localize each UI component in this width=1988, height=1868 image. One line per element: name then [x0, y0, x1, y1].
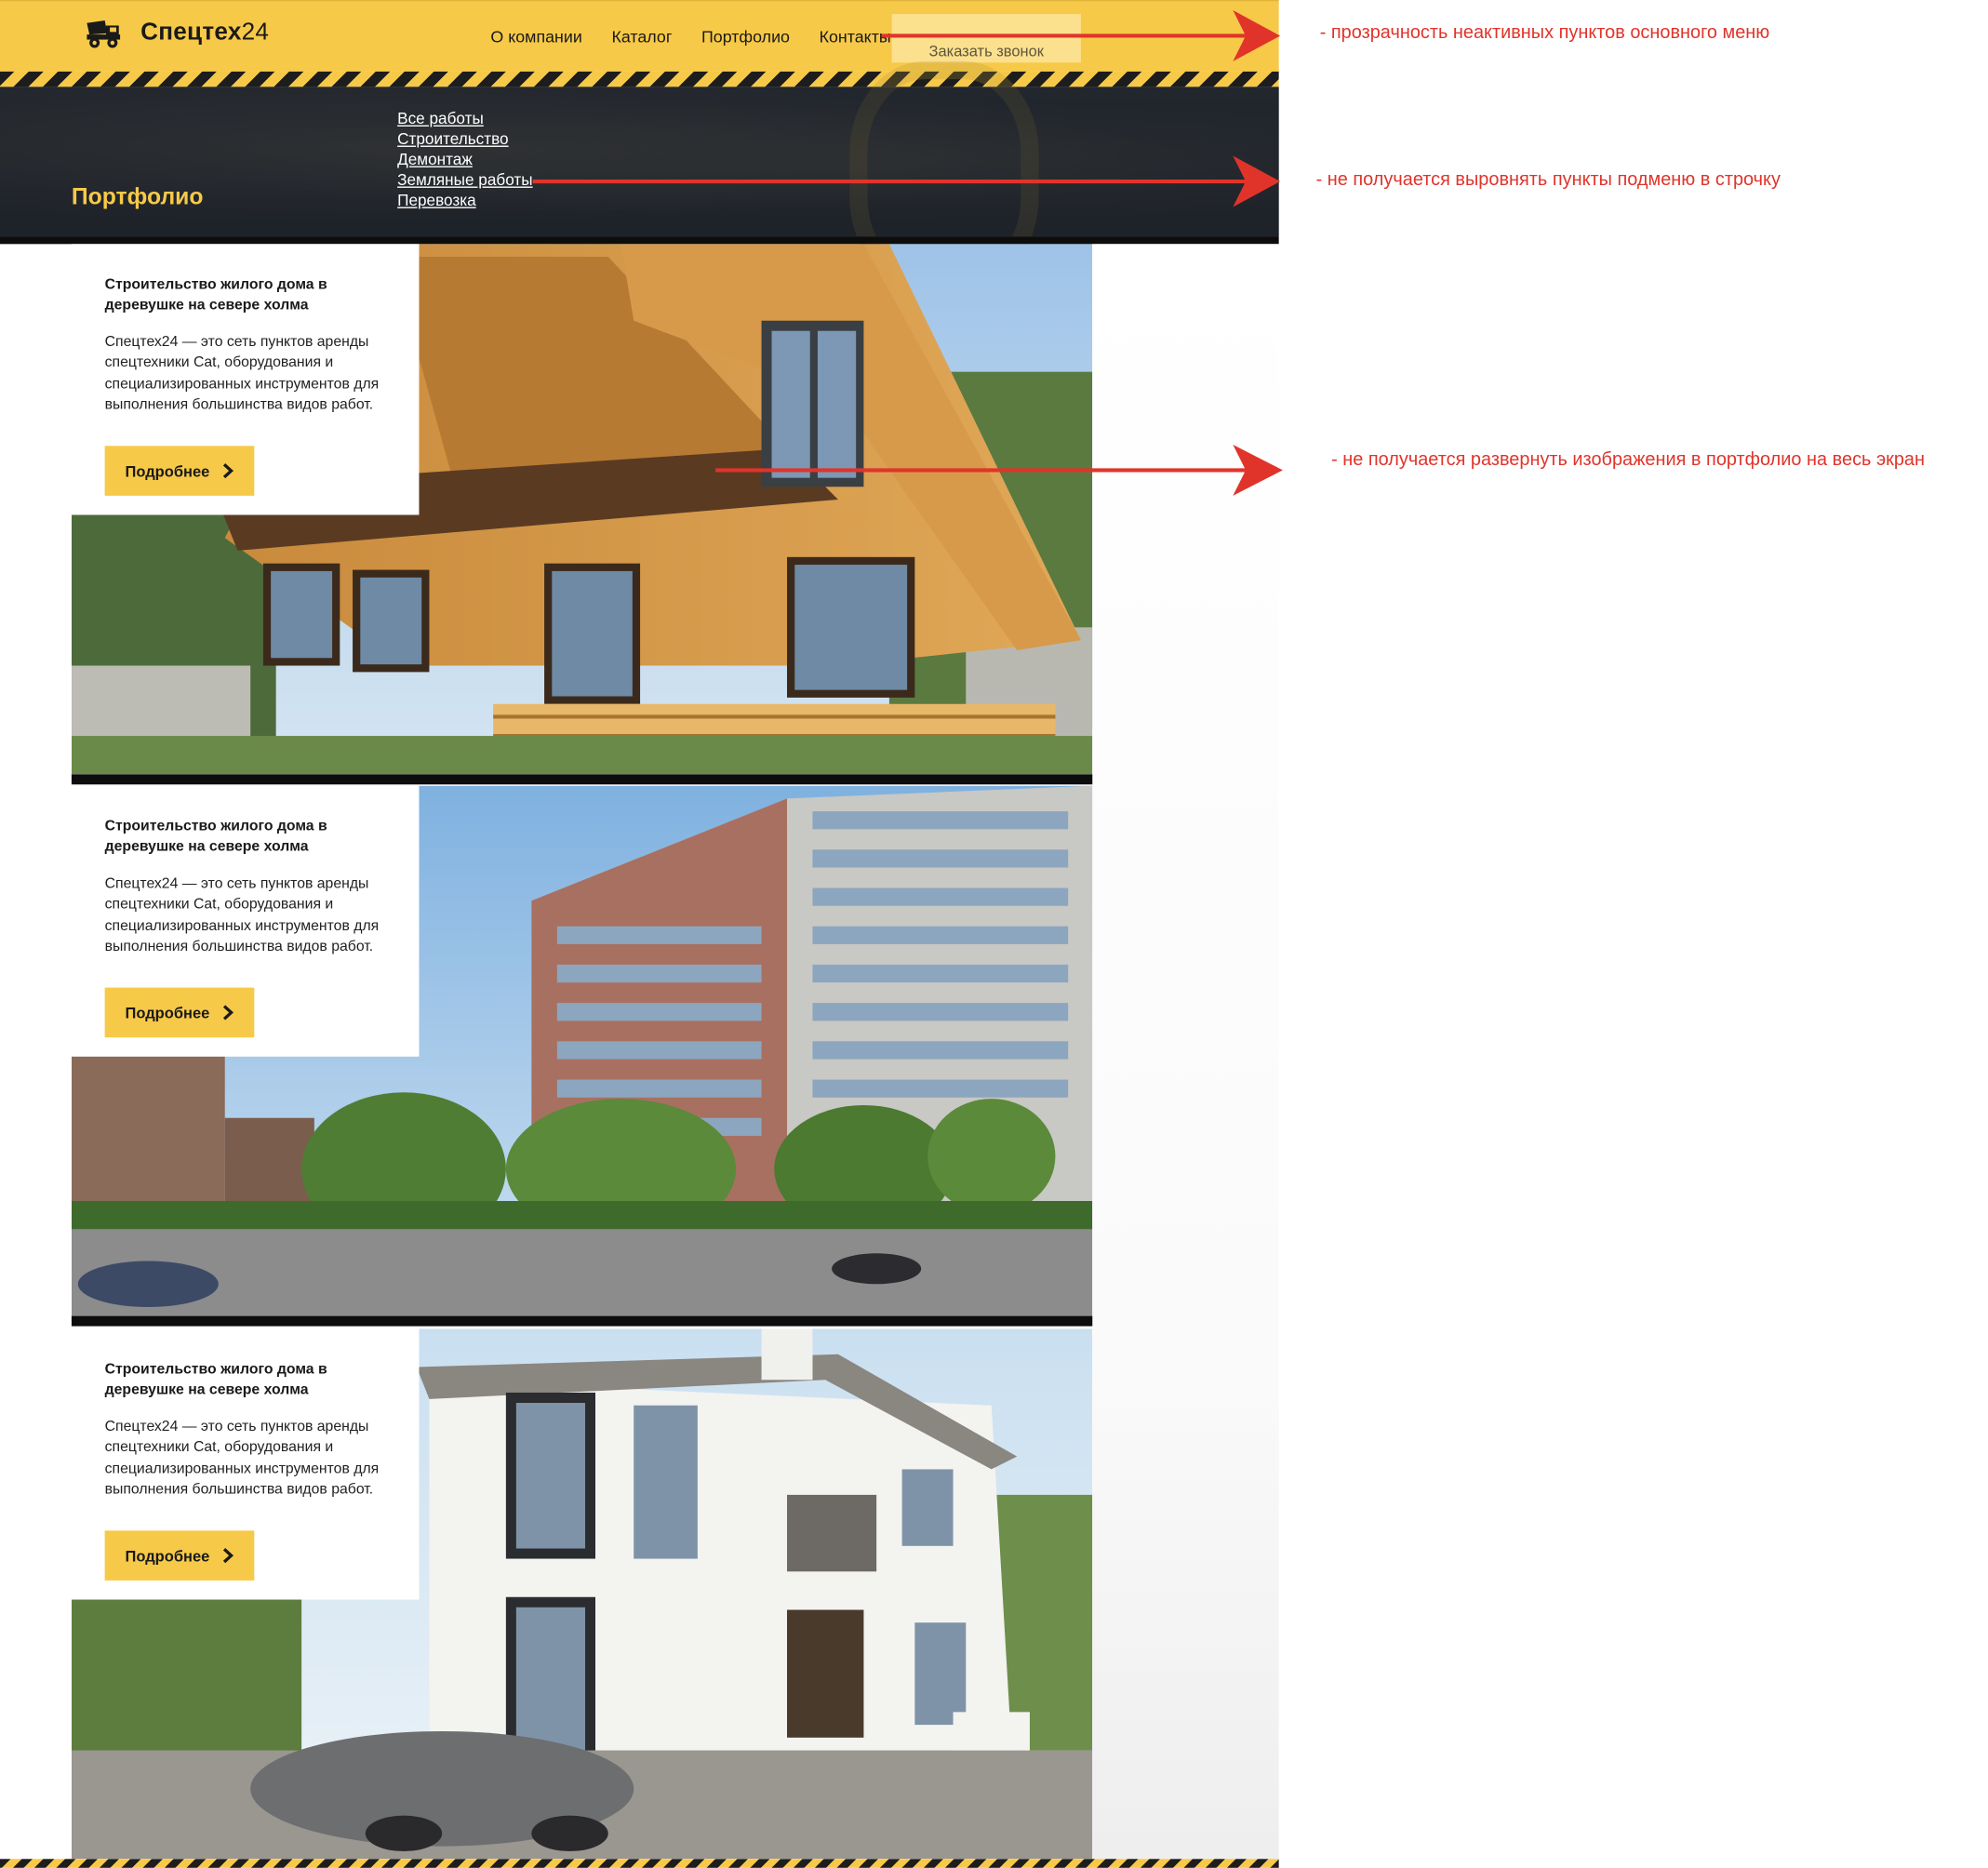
more-button[interactable]: Подробнее: [104, 446, 255, 496]
more-button[interactable]: Подробнее: [104, 1530, 255, 1581]
logo-text: Спецтех24: [140, 19, 270, 47]
website: Спецтех24 О компании Каталог Портфолио К…: [0, 0, 1279, 1868]
more-button-label: Подробнее: [125, 461, 210, 480]
submenu-item-demolition[interactable]: Демонтаж: [397, 150, 532, 170]
portfolio-item: Строительство жилого дома в деревушке на…: [71, 785, 1093, 1328]
chevron-right-icon: [222, 463, 234, 479]
item-divider: [71, 1315, 1093, 1327]
hero-banner: Портфолио Все работы Строительство Демон…: [0, 60, 1279, 289]
hero-overlay: [0, 87, 1279, 237]
card-description: Спецтех24 — это сеть пунктов аренды спец…: [104, 1419, 380, 1498]
submenu-item-earthworks[interactable]: Земляные работы: [397, 170, 532, 191]
chevron-right-icon: [222, 1005, 234, 1021]
screenshot-stage: Спецтех24 О компании Каталог Портфолио К…: [0, 0, 1988, 1868]
main-nav: О компании Каталог Портфолио Контакты: [490, 27, 920, 47]
portfolio-card: Строительство жилого дома в деревушке на…: [71, 785, 420, 1057]
submenu-item-transport[interactable]: Перевозка: [397, 191, 532, 211]
nav-item-contacts[interactable]: Контакты: [820, 27, 891, 47]
chevron-right-icon: [222, 1548, 234, 1564]
annotation-menu-transparency: - прозрачность неактивных пунктов основн…: [1319, 22, 1770, 44]
submenu-item-all[interactable]: Все работы: [397, 109, 532, 129]
portfolio-submenu: Все работы Строительство Демонтаж Землян…: [397, 109, 532, 211]
page-right-gutter: [1092, 244, 1279, 1860]
call-request-button[interactable]: Заказать звонок: [891, 14, 1081, 63]
page-title: Портфолио: [71, 183, 204, 210]
portfolio-card: Строительство жилого дома в деревушке на…: [71, 244, 420, 515]
card-description: Спецтех24 — это сеть пунктов аренды спец…: [104, 334, 380, 413]
portfolio-item: Строительство жилого дома в деревушке на…: [71, 1328, 1093, 1868]
card-title: Строительство жилого дома в деревушке на…: [104, 1362, 327, 1398]
card-title: Строительство жилого дома в деревушке на…: [104, 277, 327, 314]
nav-item-about[interactable]: О компании: [490, 27, 581, 47]
nav-item-portfolio[interactable]: Портфолио: [701, 27, 790, 47]
annotation-submenu-inline: - не получается выровнять пункты подменю…: [1315, 169, 1781, 191]
call-request-label: Заказать звонок: [928, 42, 1045, 60]
card-description: Спецтех24 — это сеть пунктов аренды спец…: [104, 876, 380, 954]
hazard-stripe: [0, 71, 1279, 87]
portfolio-card: Строительство жилого дома в деревушке на…: [71, 1328, 420, 1600]
hero-bottom-bar: [0, 236, 1279, 245]
logo[interactable]: Спецтех24: [85, 14, 270, 52]
nav-item-catalog[interactable]: Каталог: [611, 27, 672, 47]
portfolio-item: Строительство жилого дома в деревушке на…: [71, 244, 1093, 785]
more-button[interactable]: Подробнее: [104, 987, 255, 1038]
card-title: Строительство жилого дома в деревушке на…: [104, 819, 327, 855]
footer-hazard-stripe: [0, 1859, 1279, 1868]
more-button-label: Подробнее: [125, 1003, 210, 1022]
annotation-fullwidth-images: - не получается развернуть изображения в…: [1331, 449, 1925, 471]
item-divider: [71, 774, 1093, 785]
header: Спецтех24 О компании Каталог Портфолио К…: [0, 0, 1279, 72]
more-button-label: Подробнее: [125, 1546, 210, 1565]
submenu-item-construction[interactable]: Строительство: [397, 129, 532, 150]
dump-truck-icon: [87, 20, 121, 48]
